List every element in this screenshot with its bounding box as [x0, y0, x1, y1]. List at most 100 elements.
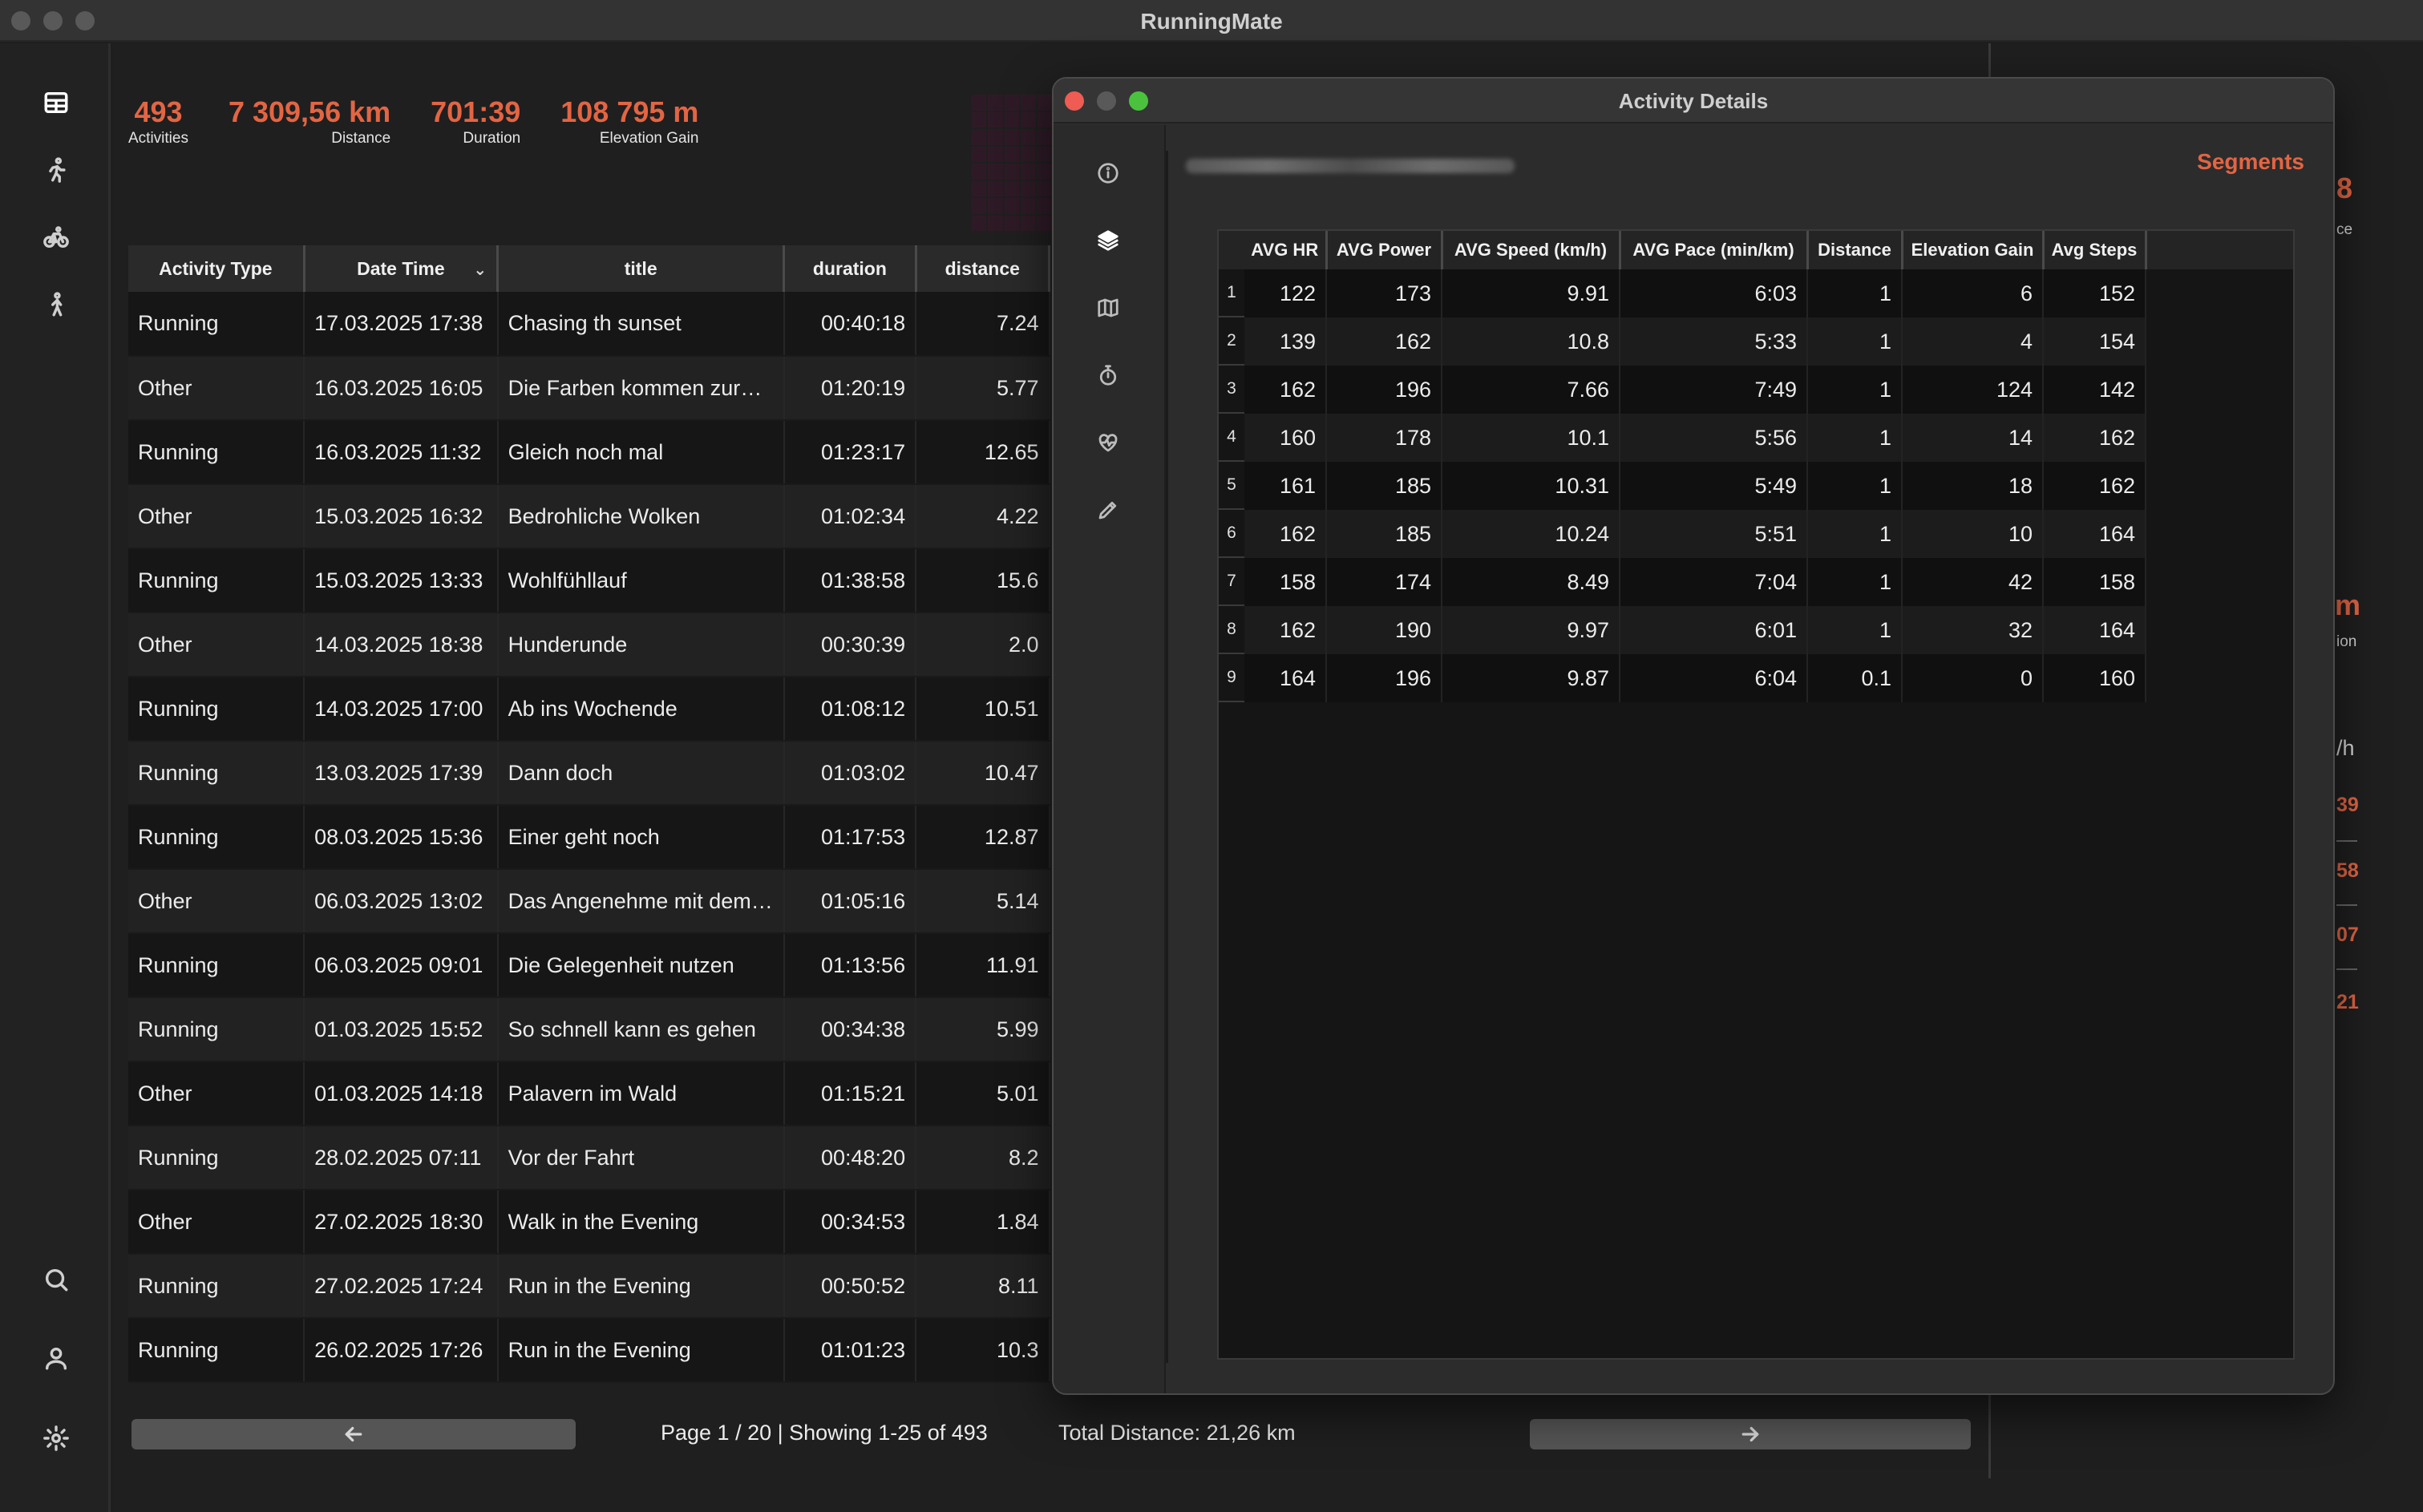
- search-icon[interactable]: [40, 1263, 72, 1296]
- title-cell: Einer geht noch: [497, 805, 785, 870]
- duration-cell: 00:30:39: [783, 612, 917, 677]
- heart-rate-icon[interactable]: [1092, 427, 1124, 459]
- heatmap-cell: [972, 198, 987, 214]
- distance-cell: 1: [1807, 269, 1903, 317]
- info-icon[interactable]: [1092, 157, 1124, 189]
- avg-hr-cell: 139: [1244, 317, 1327, 366]
- segment-row[interactable]: 162 190 9.97 6:01 1 32 164: [1244, 606, 2146, 654]
- activity-type-cell: Other: [128, 869, 305, 934]
- segment-row[interactable]: 122 173 9.91 6:03 1 6 152: [1244, 269, 2146, 317]
- previous-page-button[interactable]: [131, 1419, 576, 1449]
- column-header-avg-pace[interactable]: AVG Pace (min/km): [1620, 231, 1809, 269]
- avg-pace-cell: 6:04: [1620, 654, 1808, 702]
- segment-row[interactable]: 160 178 10.1 5:56 1 14 162: [1244, 414, 2146, 462]
- table-row[interactable]: Other 14.03.2025 18:38 Hunderunde 00:30:39 2…: [128, 612, 1050, 677]
- table-row[interactable]: Running 06.03.2025 09:01 Die Gelegenheit n…: [128, 933, 1050, 998]
- distance-cell: 5.01: [916, 1061, 1050, 1126]
- distance-cell: 10.3: [916, 1318, 1050, 1383]
- total-distance: Total Distance: 21,26 km: [1058, 1421, 1296, 1445]
- duration-cell: 01:17:53: [783, 805, 917, 870]
- stopwatch-icon[interactable]: [1092, 359, 1124, 391]
- table-row[interactable]: Running 16.03.2025 11:32 Gleich noch mal 01…: [128, 420, 1050, 485]
- activity-type-cell: Running: [128, 933, 305, 998]
- table-row[interactable]: Running 13.03.2025 17:39 Dann doch 01:03:02…: [128, 741, 1050, 806]
- avg-speed-cell: 10.1: [1442, 414, 1620, 462]
- activity-type-cell: Running: [128, 997, 305, 1062]
- column-header-avg-speed[interactable]: AVG Speed (km/h): [1442, 231, 1621, 269]
- distance-cell: 1: [1807, 606, 1903, 654]
- elevation-gain-cell: 18: [1902, 462, 2044, 510]
- column-header-activity-type[interactable]: Activity Type: [128, 245, 305, 292]
- avg-hr-cell: 160: [1244, 414, 1327, 462]
- column-header-title[interactable]: title: [497, 245, 786, 292]
- cycling-icon[interactable]: [40, 221, 72, 253]
- segment-row[interactable]: 158 174 8.49 7:04 1 42 158: [1244, 558, 2146, 606]
- avg-speed-cell: 8.49: [1442, 558, 1620, 606]
- column-header-distance[interactable]: distance: [916, 245, 1051, 292]
- avg-steps-cell: 160: [2043, 654, 2146, 702]
- distance-cell: 5.14: [916, 869, 1050, 934]
- column-header-avg-power[interactable]: AVG Power: [1326, 231, 1443, 269]
- divider: [2336, 968, 2357, 970]
- table-row[interactable]: Running 15.03.2025 13:33 Wohlfühllauf 01:38…: [128, 548, 1050, 613]
- running-icon[interactable]: [40, 154, 72, 186]
- table-row[interactable]: Running 26.02.2025 17:26 Run in the Evenin…: [128, 1318, 1050, 1383]
- segment-row[interactable]: 164 196 9.87 6:04 0.1 0 160: [1244, 654, 2146, 702]
- distance-cell: 0.1: [1807, 654, 1903, 702]
- heatmap-cell: [1004, 111, 1020, 127]
- segment-row[interactable]: 162 196 7.66 7:49 1 124 142: [1244, 366, 2146, 414]
- row-number: 4: [1219, 414, 1244, 462]
- table-row[interactable]: Running 08.03.2025 15:36 Einer geht noch 01…: [128, 805, 1050, 870]
- user-icon[interactable]: [40, 1342, 72, 1374]
- avg-power-cell: 185: [1326, 510, 1442, 558]
- distance-cell: 10.47: [916, 741, 1050, 806]
- hidden-value: 39: [2336, 794, 2359, 816]
- dashboard-icon[interactable]: [40, 87, 72, 119]
- table-row[interactable]: Running 17.03.2025 17:38 Chasing th sunset…: [128, 292, 1050, 357]
- distance-cell: 11.91: [916, 933, 1050, 998]
- table-row[interactable]: Other 27.02.2025 18:30 Walk in the Evening…: [128, 1190, 1050, 1255]
- table-row[interactable]: Other 15.03.2025 16:32 Bedrohliche Wolken 0…: [128, 484, 1050, 549]
- heatmap-cell: [988, 111, 1003, 127]
- segment-row[interactable]: 161 185 10.31 5:49 1 18 162: [1244, 462, 2146, 510]
- avg-speed-cell: 9.87: [1442, 654, 1620, 702]
- table-row[interactable]: Running 01.03.2025 15:52 So schnell kann e…: [128, 997, 1050, 1062]
- table-row[interactable]: Other 06.03.2025 13:02 Das Angenehme mit d…: [128, 869, 1050, 934]
- elevation-gain-cell: 14: [1902, 414, 2044, 462]
- segments-table: AVG HR AVG Power AVG Speed (km/h) AVG Pa…: [1244, 231, 2147, 702]
- gear-icon[interactable]: [40, 1422, 72, 1454]
- table-row[interactable]: Other 16.03.2025 16:05 Die Farben kommen z…: [128, 356, 1050, 421]
- duration-cell: 00:34:38: [783, 997, 917, 1062]
- heatmap-cell: [972, 95, 987, 111]
- title-cell: Run in the Evening: [497, 1254, 785, 1319]
- next-page-button[interactable]: [1530, 1419, 1971, 1449]
- segment-row[interactable]: 162 185 10.24 5:51 1 10 164: [1244, 510, 2146, 558]
- avg-power-cell: 178: [1326, 414, 1442, 462]
- table-row[interactable]: Running 14.03.2025 17:00 Ab ins Wochende 01…: [128, 677, 1050, 742]
- table-row[interactable]: Running 27.02.2025 17:24 Run in the Evenin…: [128, 1254, 1050, 1319]
- sidebar: [0, 43, 111, 1512]
- layers-icon[interactable]: [1092, 224, 1124, 257]
- column-header-elevation-gain[interactable]: Elevation Gain: [1902, 231, 2045, 269]
- column-header-avg-steps[interactable]: Avg Steps: [2043, 231, 2147, 269]
- title-cell: Wohlfühllauf: [497, 548, 785, 613]
- distance-cell: 7.24: [916, 292, 1050, 357]
- date-time-cell: 27.02.2025 17:24: [304, 1254, 499, 1319]
- column-header-duration[interactable]: duration: [783, 245, 917, 292]
- heatmap-cell: [988, 164, 1003, 180]
- column-header-distance[interactable]: Distance: [1807, 231, 1903, 269]
- pencil-icon[interactable]: [1092, 494, 1124, 526]
- hidden-stat-value: m: [2335, 588, 2361, 621]
- column-header-avg-hr[interactable]: AVG HR: [1244, 231, 1328, 269]
- avg-pace-cell: 5:56: [1620, 414, 1808, 462]
- column-header-date-time[interactable]: Date Time ⌄: [304, 245, 500, 292]
- table-row[interactable]: Other 01.03.2025 14:18 Palavern im Wald 01:…: [128, 1061, 1050, 1126]
- segment-row[interactable]: 139 162 10.8 5:33 1 4 154: [1244, 317, 2146, 366]
- distance-cell: 1: [1807, 317, 1903, 366]
- table-row[interactable]: Running 28.02.2025 07:11 Vor der Fahrt 00:4…: [128, 1126, 1050, 1191]
- distance-cell: 12.65: [916, 420, 1050, 485]
- walking-icon[interactable]: [40, 289, 72, 321]
- heatmap-cell: [1037, 164, 1052, 180]
- heatmap-cell: [1037, 215, 1052, 231]
- map-icon[interactable]: [1092, 292, 1124, 324]
